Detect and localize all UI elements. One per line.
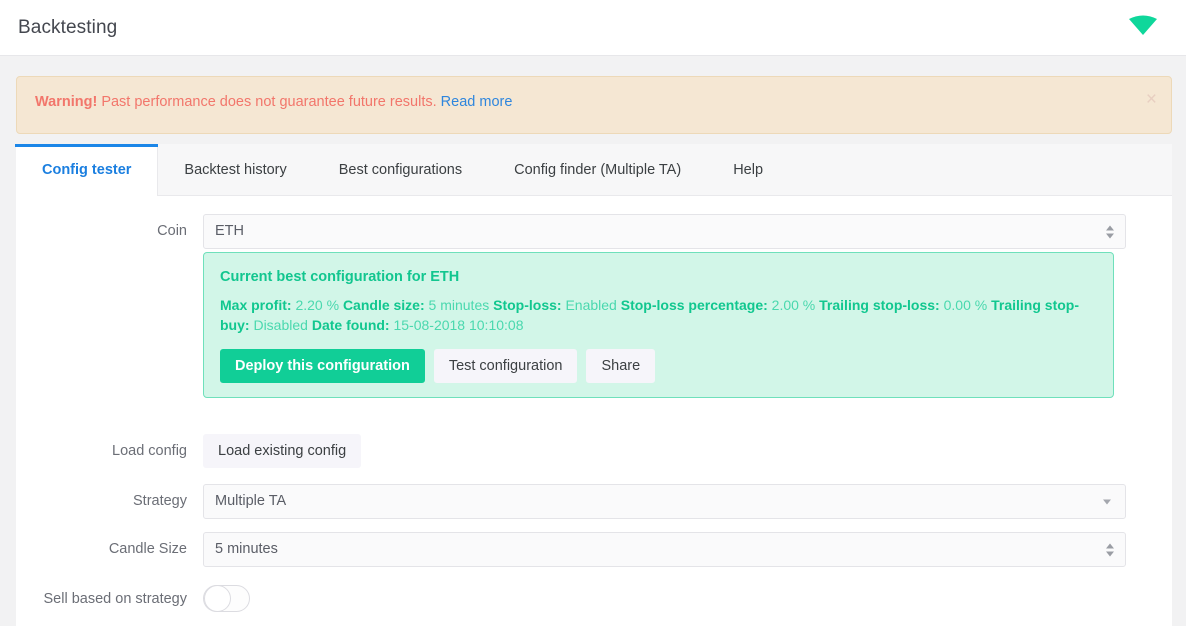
best-config-control: Current best configuration for ETH Max p… — [203, 252, 1114, 398]
app-header: Backtesting — [0, 0, 1186, 56]
close-icon[interactable]: × — [1146, 90, 1157, 109]
date-found-value: 15-08-2018 10:10:08 — [393, 317, 524, 333]
stop-loss-label: Stop-loss: — [493, 297, 562, 313]
trailing-stop-loss-value: 0.00 % — [943, 297, 988, 313]
best-config-title: Current best configuration for ETH — [220, 269, 460, 285]
strategy-control: Multiple TA — [203, 484, 1126, 519]
sell-based-on-strategy-label: Sell based on strategy — [43, 591, 187, 607]
warning-alert: Warning! Past performance does not guara… — [16, 76, 1172, 134]
candle-size-select[interactable]: 5 minutes — [203, 532, 1126, 567]
page-body: Warning! Past performance does not guara… — [0, 56, 1186, 626]
coin-select-value: ETH — [215, 223, 244, 239]
best-config-details: Max profit: 2.20 % Candle size: 5 minute… — [220, 295, 1092, 335]
max-profit-label: Max profit: — [220, 297, 292, 313]
field-sell-based-on-strategy: Sell based on strategy — [16, 582, 250, 616]
tab-best-configurations[interactable]: Best configurations — [313, 144, 488, 195]
tab-help[interactable]: Help — [707, 144, 789, 195]
candle-size-select-value: 5 minutes — [215, 541, 278, 557]
load-config-control: Load existing config — [203, 434, 362, 468]
page-title: Backtesting — [18, 16, 118, 38]
config-form: Coin ETH Current best configuration for … — [16, 196, 1172, 612]
candle-size-field-label: Candle Size — [108, 541, 187, 557]
chevron-updown-icon — [1106, 543, 1114, 556]
max-profit-value: 2.20 % — [295, 297, 340, 313]
strategy-label: Strategy — [133, 493, 187, 509]
toggle-knob — [204, 585, 231, 612]
stop-loss-value: Enabled — [565, 297, 617, 313]
candle-size-control: 5 minutes — [203, 532, 1126, 567]
share-button[interactable]: Share — [586, 349, 656, 383]
read-more-link[interactable]: Read more — [441, 94, 513, 110]
tab-config-tester[interactable]: Config tester — [14, 144, 159, 196]
load-config-label: Load config — [112, 443, 187, 459]
field-strategy: Strategy Multiple TA — [16, 484, 1126, 519]
chevron-updown-icon — [1106, 225, 1114, 238]
sell-based-on-strategy-toggle[interactable] — [203, 585, 250, 612]
load-existing-config-button[interactable]: Load existing config — [203, 434, 362, 468]
warning-alert-message: Past performance does not guarantee futu… — [97, 94, 441, 110]
best-config-actions: Deploy this configuration Test configura… — [220, 349, 1097, 383]
chevron-down-icon — [1103, 499, 1111, 504]
strategy-select[interactable]: Multiple TA — [203, 484, 1126, 519]
gem-icon[interactable] — [1128, 14, 1158, 41]
best-config-panel: Current best configuration for ETH Max p… — [203, 252, 1114, 398]
best-config-row: Current best configuration for ETH Max p… — [16, 252, 1114, 398]
sell-based-on-strategy-control — [203, 582, 250, 612]
date-found-label: Date found: — [311, 317, 390, 333]
deploy-configuration-button[interactable]: Deploy this configuration — [220, 349, 425, 383]
candle-size-value: 5 minutes — [428, 297, 490, 313]
strategy-select-value: Multiple TA — [215, 493, 287, 509]
warning-alert-text: Warning! Past performance does not guara… — [35, 94, 512, 110]
stop-loss-percentage-value: 2.00 % — [771, 297, 816, 313]
trailing-stop-loss-label: Trailing stop-loss: — [819, 297, 940, 313]
field-load-config: Load config Load existing config — [16, 434, 362, 468]
trailing-stop-buy-value: Disabled — [253, 317, 308, 333]
coin-select[interactable]: ETH — [203, 214, 1126, 249]
test-configuration-button[interactable]: Test configuration — [433, 349, 578, 383]
candle-size-label: Candle size: — [342, 297, 425, 313]
header-actions — [1128, 14, 1158, 41]
tab-bar: Config tester Backtest history Best conf… — [14, 144, 1172, 196]
coin-control: ETH — [203, 214, 1126, 249]
tab-config-finder[interactable]: Config finder (Multiple TA) — [488, 144, 707, 195]
coin-label: Coin — [157, 223, 187, 239]
stop-loss-percentage-label: Stop-loss percentage: — [620, 297, 768, 313]
config-card: Config tester Backtest history Best conf… — [14, 144, 1172, 626]
tab-backtest-history[interactable]: Backtest history — [158, 144, 312, 195]
field-coin: Coin ETH — [16, 214, 1126, 249]
warning-alert-bold: Warning! — [35, 94, 98, 110]
field-candle-size: Candle Size 5 minutes — [16, 532, 1126, 567]
